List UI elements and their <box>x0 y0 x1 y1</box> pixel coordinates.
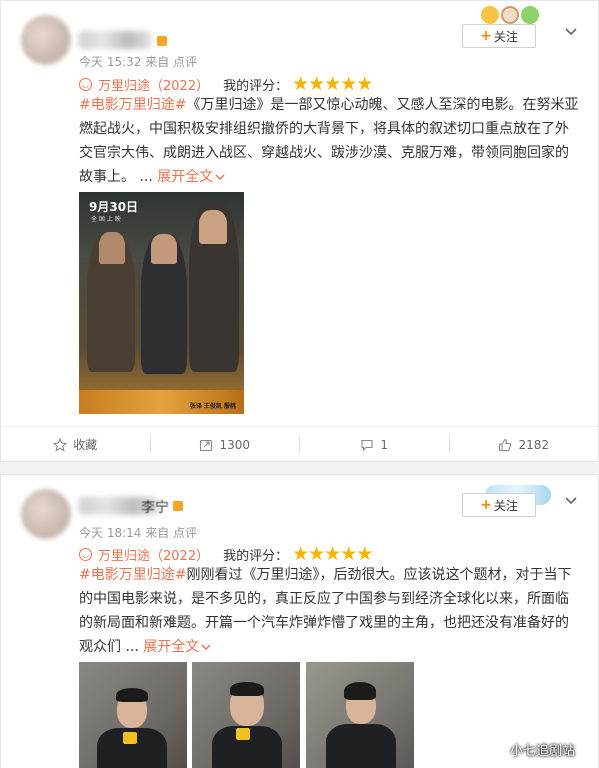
photo-person-suit <box>326 724 396 768</box>
movie-title-link[interactable]: 万里归途（2022） <box>98 545 209 564</box>
chevron-down-icon[interactable] <box>564 493 578 507</box>
movie-face-icon: ◡ <box>79 77 92 91</box>
expand-label: 展开全文 <box>143 639 200 655</box>
rating-label: 我的评分： <box>223 548 289 564</box>
photo-person-hair <box>344 682 376 700</box>
comment-count: 1 <box>380 437 389 452</box>
sticker-icon <box>481 6 499 24</box>
poster-face <box>99 232 125 264</box>
action-bar: 收藏 1300 1 2182 <box>1 426 598 462</box>
star-outline-icon <box>53 437 68 452</box>
event-photo-3[interactable] <box>306 662 414 768</box>
event-photo-2[interactable] <box>192 662 300 768</box>
post-meta: 今天 15:32 来自 点评 <box>79 53 197 70</box>
expand-full-text-link[interactable]: 展开全文 <box>157 169 225 185</box>
rating-label: 我的评分： <box>223 78 289 94</box>
thumbs-up-icon <box>499 438 512 451</box>
plus-icon: + <box>480 28 492 44</box>
poster-subtitle: 全 国 上 映 <box>91 216 121 223</box>
post-text: #电影万里归途#《万里归途》是一部又惊心动魄、又感人至深的电影。在努米亚燃起战火… <box>79 93 579 189</box>
post-time[interactable]: 今天 15:32 <box>79 55 141 69</box>
comment-button[interactable]: 1 <box>300 427 449 462</box>
follow-label: 关注 <box>493 29 518 44</box>
vip-badge-icon <box>157 36 167 46</box>
post-meta: 今天 18:14 来自 点评 <box>79 524 197 541</box>
repost-button[interactable]: 1300 <box>151 427 300 462</box>
expand-label: 展开全文 <box>157 169 214 185</box>
photo-person-hair <box>230 682 264 696</box>
poster-credits: 张译 王俊凯 殷桃 <box>189 403 236 410</box>
post-source: 来自 点评 <box>145 526 198 540</box>
like-count: 2182 <box>518 437 550 452</box>
poster-date: 9月30日 <box>89 200 139 214</box>
chevron-down-icon <box>201 644 211 650</box>
follow-button[interactable]: + 关注 <box>462 493 536 517</box>
hashtag-link[interactable]: #电影万里归途# <box>79 97 186 113</box>
post-time[interactable]: 今天 18:14 <box>79 526 141 540</box>
event-photo-1[interactable] <box>79 662 187 768</box>
chevron-down-icon[interactable] <box>564 24 578 38</box>
microphone-icon <box>236 728 250 740</box>
follow-label: 关注 <box>493 498 518 513</box>
hashtag-link[interactable]: #电影万里归途# <box>79 567 186 583</box>
chevron-down-icon <box>215 174 225 180</box>
microphone-icon <box>123 732 137 744</box>
poster-face <box>199 210 227 244</box>
repost-count: 1300 <box>219 437 251 452</box>
rating-row: ◡ 万里归途（2022） 我的评分： ★★★★★ <box>79 73 373 95</box>
repost-icon <box>200 439 213 451</box>
comment-icon <box>361 439 373 451</box>
rating-row: ◡ 万里归途（2022） 我的评分： ★★★★★ <box>79 543 373 565</box>
watermark: 小七追剧站 <box>510 744 576 759</box>
username-partial[interactable]: 李宁 <box>141 497 169 517</box>
favorite-button[interactable]: 收藏 <box>1 427 150 462</box>
avatar[interactable] <box>21 489 71 539</box>
weibo-post-1: 今天 15:32 来自 点评 + 关注 ◡ 万里归途（2022） 我的评分： ★… <box>0 0 599 462</box>
weibo-post-2: 李宁 今天 18:14 来自 点评 + 关注 ◡ 万里归途（2022） 我的评分… <box>0 474 599 768</box>
star-rating: ★★★★★ <box>292 73 373 95</box>
photo-person-hair <box>116 688 148 702</box>
expand-full-text-link[interactable]: 展开全文 <box>143 639 211 655</box>
vip-badge-icon <box>173 501 183 511</box>
sticker-icon <box>501 6 519 24</box>
movie-poster-image[interactable]: 9月30日 全 国 上 映 张译 王俊凯 殷桃 <box>79 192 244 414</box>
movie-face-icon: ◡ <box>79 547 92 561</box>
follow-button[interactable]: + 关注 <box>462 24 536 48</box>
sticker-icon <box>521 6 539 24</box>
plus-icon: + <box>480 497 492 513</box>
username-blurred[interactable] <box>79 31 151 49</box>
star-rating: ★★★★★ <box>292 543 373 565</box>
movie-title-link[interactable]: 万里归途（2022） <box>98 75 209 94</box>
post-text: #电影万里归途#刚刚看过《万里归途》，后劲很大。应该说这个题材，对于当下的中国电… <box>79 563 579 659</box>
post-source: 来自 点评 <box>145 55 198 69</box>
favorite-label: 收藏 <box>73 438 98 452</box>
avatar[interactable] <box>21 15 71 65</box>
poster-face <box>151 234 177 264</box>
like-button[interactable]: 2182 <box>450 427 599 462</box>
